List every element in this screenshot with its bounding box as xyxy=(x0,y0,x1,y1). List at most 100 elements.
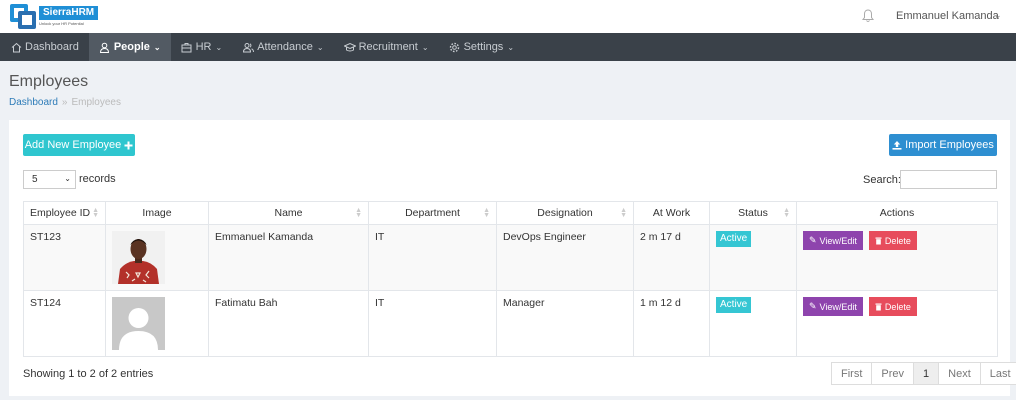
column-header-image: Image xyxy=(105,201,209,225)
view-edit-button[interactable]: ✎ View/Edit xyxy=(803,297,863,316)
search-input[interactable] xyxy=(900,170,997,189)
nav-item-attendance[interactable]: Attendance ⌄ xyxy=(232,33,333,61)
header-label: Status xyxy=(738,207,768,219)
trash-icon xyxy=(875,237,882,244)
cell-employee-id: ST124 xyxy=(23,290,106,357)
status-badge: Active xyxy=(716,297,752,313)
breadcrumb: Dashboard» Employees xyxy=(9,97,121,108)
cell-at-work: 2 m 17 d xyxy=(633,224,710,291)
import-employees-label: Import Employees xyxy=(905,139,994,151)
cell-status: Active xyxy=(709,290,797,357)
cell-at-work: 1 m 12 d xyxy=(633,290,710,357)
chevron-down-icon[interactable]: ⌄ xyxy=(994,10,1002,21)
header-label: At Work xyxy=(652,207,691,219)
chevron-down-icon: ⌄ xyxy=(507,42,515,52)
user-menu[interactable]: Emmanuel Kamanda xyxy=(896,10,999,22)
chevron-down-icon: ⌄ xyxy=(64,174,71,183)
app-logo[interactable]: SierraHRM Unlock your HR Potential xyxy=(10,4,99,29)
graduation-cap-icon xyxy=(343,41,356,53)
breadcrumb-link-dashboard[interactable]: Dashboard xyxy=(9,97,58,108)
records-label: records xyxy=(79,173,116,185)
nav-label: HR xyxy=(195,41,212,53)
cell-department: IT xyxy=(368,290,497,357)
column-header-actions: Actions xyxy=(796,201,998,225)
table-header-row: Employee ID ▲ ▼ Image Name ▲ ▼ Department ▲ ▼ … xyxy=(23,201,998,225)
nav-item-recruitment[interactable]: Recruitment ⌄ xyxy=(334,33,439,61)
cell-status: Active xyxy=(709,224,797,291)
nav-label: Settings xyxy=(463,41,504,53)
view-edit-button[interactable]: ✎ View/Edit xyxy=(803,231,863,250)
page-length-select[interactable]: 5 ⌄ xyxy=(23,170,76,189)
import-employees-button[interactable]: Import Employees xyxy=(889,134,997,156)
cell-image xyxy=(105,290,209,357)
pager-prev[interactable]: Prev xyxy=(872,363,915,384)
briefcase-icon xyxy=(181,41,193,53)
view-edit-label: View/Edit xyxy=(819,301,857,312)
header-label: Actions xyxy=(879,207,915,219)
nav-label: People xyxy=(113,41,150,53)
top-bar: SierraHRM Unlock your HR Potential Emman… xyxy=(0,0,1016,33)
column-header-designation[interactable]: Designation ▲ ▼ xyxy=(496,201,634,225)
add-employee-button[interactable]: Add New Employee xyxy=(23,134,135,156)
table-row: ST124 Fatimatu Bah IT Manager 1 m 12 d A… xyxy=(23,290,998,357)
chevron-down-icon: ⌄ xyxy=(421,42,429,52)
status-badge: Active xyxy=(716,231,752,247)
add-employee-label: Add New Employee xyxy=(24,139,122,151)
bell-icon[interactable] xyxy=(862,9,874,23)
pager-last[interactable]: Last xyxy=(980,363,1016,384)
avatar-placeholder-icon xyxy=(112,297,165,350)
chevron-down-icon: ⌄ xyxy=(215,42,223,52)
delete-label: Delete xyxy=(884,301,911,312)
cell-employee-id: ST123 xyxy=(23,224,106,291)
nav-label: Recruitment xyxy=(358,41,418,53)
sort-icon: ▲ ▼ xyxy=(783,207,790,219)
chevron-down-icon: ⌄ xyxy=(153,42,161,52)
nav-item-settings[interactable]: Settings ⌄ xyxy=(439,33,524,61)
cell-actions: ✎ View/Edit Delete xyxy=(796,224,998,291)
delete-label: Delete xyxy=(884,235,911,246)
column-header-status[interactable]: Status ▲ ▼ xyxy=(709,201,797,225)
table-row: ST123 Emmanuel Kamanda IT DevOps Enginee… xyxy=(23,224,998,291)
sort-icon: ▲ ▼ xyxy=(483,207,490,219)
trash-icon xyxy=(875,303,882,310)
breadcrumb-separator: » xyxy=(61,97,68,108)
user-icon xyxy=(99,41,111,53)
users-icon xyxy=(242,41,254,53)
delete-button[interactable]: Delete xyxy=(868,297,917,316)
sort-icon: ▲ ▼ xyxy=(620,207,627,219)
breadcrumb-current: Employees xyxy=(71,97,121,108)
chevron-down-icon: ⌄ xyxy=(316,42,324,52)
cell-designation: DevOps Engineer xyxy=(496,224,634,291)
pager-first[interactable]: First xyxy=(832,363,873,384)
cell-designation: Manager xyxy=(496,290,634,357)
delete-button[interactable]: Delete xyxy=(868,231,917,250)
home-icon xyxy=(10,41,22,53)
edit-icon: ✎ xyxy=(809,301,817,311)
logo-mark-icon xyxy=(10,4,36,29)
column-header-name[interactable]: Name ▲ ▼ xyxy=(208,201,369,225)
column-header-employee-id[interactable]: Employee ID ▲ ▼ xyxy=(23,201,106,225)
pagination: First Prev 1 Next Last xyxy=(831,362,1016,385)
nav-item-hr[interactable]: HR ⌄ xyxy=(171,33,233,61)
pager-page-1[interactable]: 1 xyxy=(914,363,940,384)
nav-label: Dashboard xyxy=(25,41,79,53)
app-name: SierraHRM xyxy=(39,6,99,20)
employees-table: Employee ID ▲ ▼ Image Name ▲ ▼ Department ▲ ▼ … xyxy=(23,201,998,357)
page-title: Employees xyxy=(9,73,89,90)
cell-image xyxy=(105,224,209,291)
column-header-department[interactable]: Department ▲ ▼ xyxy=(368,201,497,225)
gear-icon xyxy=(449,41,461,53)
search-label: Search: xyxy=(863,174,901,186)
header-label: Employee ID xyxy=(30,207,91,219)
nav-item-dashboard[interactable]: Dashboard xyxy=(0,33,89,61)
nav-item-people[interactable]: People ⌄ xyxy=(88,33,171,61)
header-label: Image xyxy=(142,207,172,219)
cell-actions: ✎ View/Edit Delete xyxy=(796,290,998,357)
cell-department: IT xyxy=(368,224,497,291)
header-label: Department xyxy=(405,207,460,219)
pager-next[interactable]: Next xyxy=(939,363,981,384)
edit-icon: ✎ xyxy=(809,235,817,245)
sort-icon: ▲ ▼ xyxy=(92,207,99,219)
nav-label: Attendance xyxy=(257,41,313,53)
cell-name: Fatimatu Bah xyxy=(208,290,369,357)
